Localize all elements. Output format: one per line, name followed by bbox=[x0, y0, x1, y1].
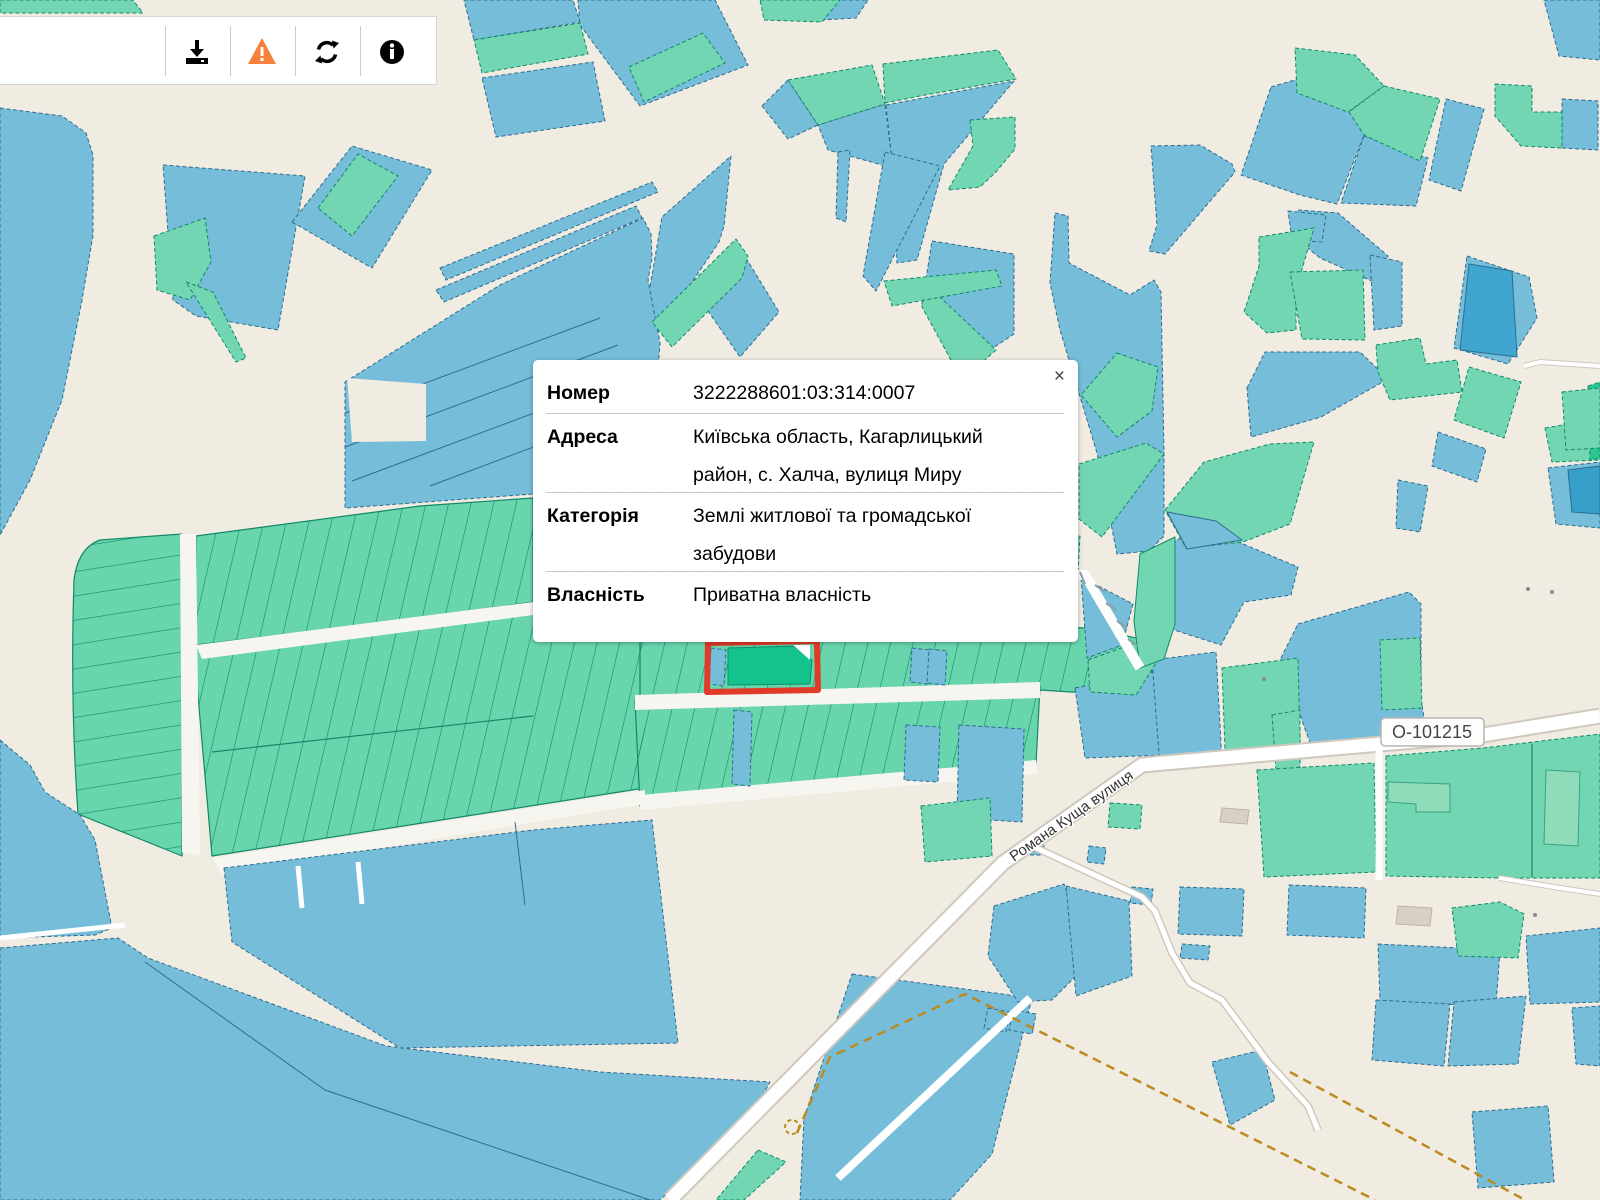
svg-text:О-101215: О-101215 bbox=[1392, 722, 1472, 742]
